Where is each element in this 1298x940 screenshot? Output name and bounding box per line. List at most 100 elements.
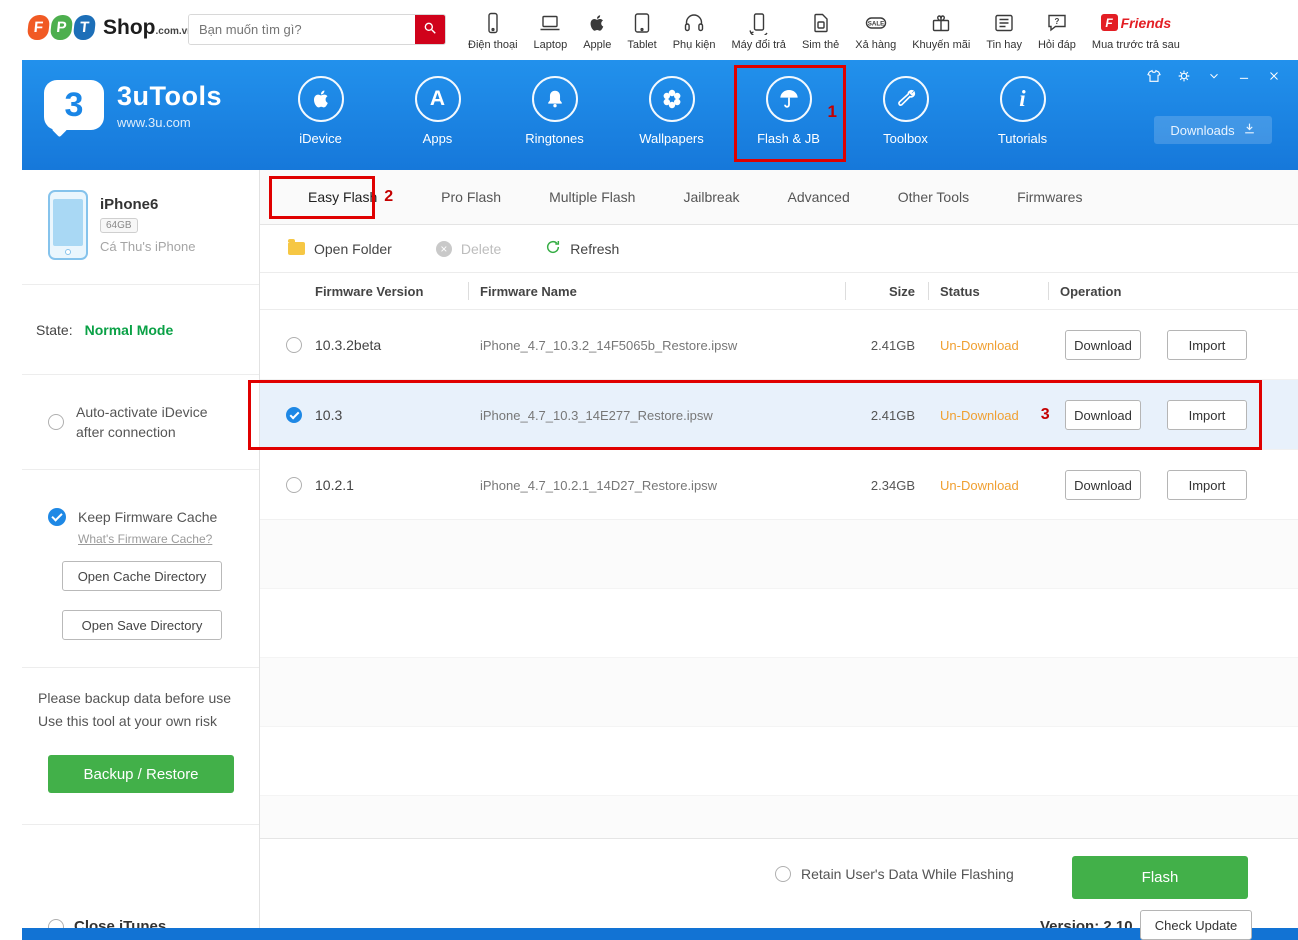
search-input[interactable] xyxy=(189,15,415,44)
tab-advanced[interactable]: Advanced xyxy=(763,170,873,224)
firmware-version: 10.3 xyxy=(315,380,342,450)
site-nav-label: Laptop xyxy=(534,39,568,51)
tab-multiple-flash[interactable]: Multiple Flash xyxy=(525,170,659,224)
column-header-firmware-name: Firmware Name xyxy=(480,273,577,310)
app-nav-label: Flash & JB xyxy=(757,131,820,146)
fpt-logo-p: P xyxy=(50,15,74,40)
tab-other-tools[interactable]: Other Tools xyxy=(874,170,993,224)
site-nav-hoi-dap[interactable]: ? Hỏi đáp xyxy=(1030,0,1084,60)
fpt-shop-logo[interactable]: F P T Shop .com.vn xyxy=(28,15,193,40)
open-folder-button[interactable]: Open Folder xyxy=(288,241,392,257)
site-nav: Điện thoại Laptop Apple Tablet Phụ kiện … xyxy=(460,0,1188,60)
news-icon xyxy=(992,10,1016,36)
table-header: Firmware Version Firmware Name Size Stat… xyxy=(260,273,1298,310)
site-nav-xa-hang[interactable]: SALE Xả hàng xyxy=(847,0,904,60)
app-nav-ringtones[interactable]: Ringtones xyxy=(496,76,613,146)
tab-label: Advanced xyxy=(787,189,849,205)
flash-button[interactable]: Flash xyxy=(1072,856,1248,899)
site-nav-phu-kien[interactable]: Phụ kiện xyxy=(665,0,724,60)
site-nav-label: Khuyến mãi xyxy=(912,39,970,51)
3utools-window: 3 3uTools www.3u.com iDevice A Apps Ring… xyxy=(22,60,1298,940)
app-header: 3 3uTools www.3u.com iDevice A Apps Ring… xyxy=(22,60,1298,170)
tab-pro-flash[interactable]: Pro Flash xyxy=(417,170,525,224)
app-nav-idevice[interactable]: iDevice xyxy=(262,76,379,146)
download-button[interactable]: Download xyxy=(1065,470,1141,500)
annotation-1: 1 xyxy=(828,102,837,122)
backup-warning-line2: Use this tool at your own risk xyxy=(38,713,217,729)
settings-gear-icon[interactable] xyxy=(1175,68,1192,83)
svg-text:?: ? xyxy=(1054,17,1059,26)
firmware-name: iPhone_4.7_10.2.1_14D27_Restore.ipsw xyxy=(480,450,717,520)
device-name: iPhone6 xyxy=(100,196,195,213)
close-icon[interactable] xyxy=(1265,68,1282,83)
tab-label: Multiple Flash xyxy=(549,189,635,205)
annotation-2: 2 xyxy=(384,188,393,206)
download-button[interactable]: Download xyxy=(1065,330,1141,360)
search-button[interactable] xyxy=(415,15,445,44)
site-nav-tin-hay[interactable]: Tin hay xyxy=(978,0,1030,60)
table-row[interactable]: 10.2.1 iPhone_4.7_10.2.1_14D27_Restore.i… xyxy=(260,450,1298,520)
import-button[interactable]: Import xyxy=(1167,470,1247,500)
column-header-operation: Operation xyxy=(1060,273,1121,310)
app-nav-wallpapers[interactable]: Wallpapers xyxy=(613,76,730,146)
import-button[interactable]: Import xyxy=(1167,400,1247,430)
tab-easy-flash[interactable]: Easy Flash 2 xyxy=(284,170,417,224)
warning-section: Please backup data before use Use this t… xyxy=(22,668,259,825)
site-nav-mua-truoc-tra-sau[interactable]: F Friends Mua trước trả sau xyxy=(1084,0,1188,60)
firmware-size: 2.34GB xyxy=(820,450,915,520)
ffriends-badge: F xyxy=(1101,14,1118,31)
theme-shirt-icon[interactable] xyxy=(1145,68,1162,83)
auto-activate-radio[interactable] xyxy=(48,414,64,430)
open-cache-directory-button[interactable]: Open Cache Directory xyxy=(62,561,222,591)
brand-text: 3uTools www.3u.com xyxy=(117,80,222,130)
app-bottom-bar xyxy=(22,928,1298,940)
retain-data-option[interactable]: Retain User's Data While Flashing xyxy=(775,866,1014,882)
delete-button[interactable]: Delete xyxy=(436,241,501,257)
column-header-status: Status xyxy=(940,273,980,310)
fpt-logo-f: F xyxy=(27,15,51,40)
table-row[interactable]: 10.3.2beta iPhone_4.7_10.3.2_14F5065b_Re… xyxy=(260,310,1298,380)
site-nav-label: Mua trước trả sau xyxy=(1092,39,1180,51)
tab-jailbreak[interactable]: Jailbreak xyxy=(659,170,763,224)
delete-label: Delete xyxy=(461,241,501,257)
site-nav-may-doi-tra[interactable]: Máy đổi trả xyxy=(724,0,794,60)
site-nav-tablet[interactable]: Tablet xyxy=(619,0,664,60)
device-section: iPhone6 64GB Cá Thu's iPhone xyxy=(22,170,259,285)
row-radio-checked[interactable] xyxy=(286,407,302,423)
backup-restore-button[interactable]: Backup / Restore xyxy=(48,755,234,793)
whats-firmware-cache-link[interactable]: What's Firmware Cache? xyxy=(78,532,212,546)
check-update-button[interactable]: Check Update xyxy=(1140,910,1252,940)
shop-wordmark: Shop xyxy=(103,16,156,40)
keep-cache-checkbox[interactable] xyxy=(48,508,66,526)
downloads-button[interactable]: Downloads xyxy=(1154,116,1272,144)
refresh-button[interactable]: Refresh xyxy=(545,239,619,258)
download-button[interactable]: Download xyxy=(1065,400,1141,430)
site-search xyxy=(188,14,446,45)
retain-data-label: Retain User's Data While Flashing xyxy=(801,866,1014,882)
app-nav-tutorials[interactable]: i Tutorials xyxy=(964,76,1081,146)
table-row-selected[interactable]: 10.3 iPhone_4.7_10.3_14E277_Restore.ipsw… xyxy=(260,380,1298,450)
site-nav-apple[interactable]: Apple xyxy=(575,0,619,60)
app-nav-label: Wallpapers xyxy=(639,131,704,146)
retain-data-radio[interactable] xyxy=(775,866,791,882)
fpt-logo-t: T xyxy=(73,15,97,40)
empty-row xyxy=(260,589,1298,658)
site-nav-dien-thoai[interactable]: Điện thoại xyxy=(460,0,526,60)
open-save-directory-button[interactable]: Open Save Directory xyxy=(62,610,222,640)
app-logo[interactable]: 3 3uTools www.3u.com xyxy=(44,80,222,130)
flower-icon xyxy=(649,76,695,122)
site-nav-sim-the[interactable]: Sim thẻ xyxy=(794,0,847,60)
import-button[interactable]: Import xyxy=(1167,330,1247,360)
column-header-size: Size xyxy=(820,273,915,310)
app-nav-toolbox[interactable]: Toolbox xyxy=(847,76,964,146)
collapse-chevron-icon[interactable] xyxy=(1205,68,1222,83)
row-radio[interactable] xyxy=(286,477,302,493)
site-nav-khuyen-mai[interactable]: Khuyến mãi xyxy=(904,0,978,60)
row-radio[interactable] xyxy=(286,337,302,353)
app-nav-label: Toolbox xyxy=(883,131,928,146)
app-nav-flash-jb[interactable]: Flash & JB 1 xyxy=(730,76,847,146)
app-nav-apps[interactable]: A Apps xyxy=(379,76,496,146)
site-nav-laptop[interactable]: Laptop xyxy=(526,0,576,60)
tab-firmwares[interactable]: Firmwares xyxy=(993,170,1106,224)
minimize-icon[interactable] xyxy=(1235,68,1252,83)
